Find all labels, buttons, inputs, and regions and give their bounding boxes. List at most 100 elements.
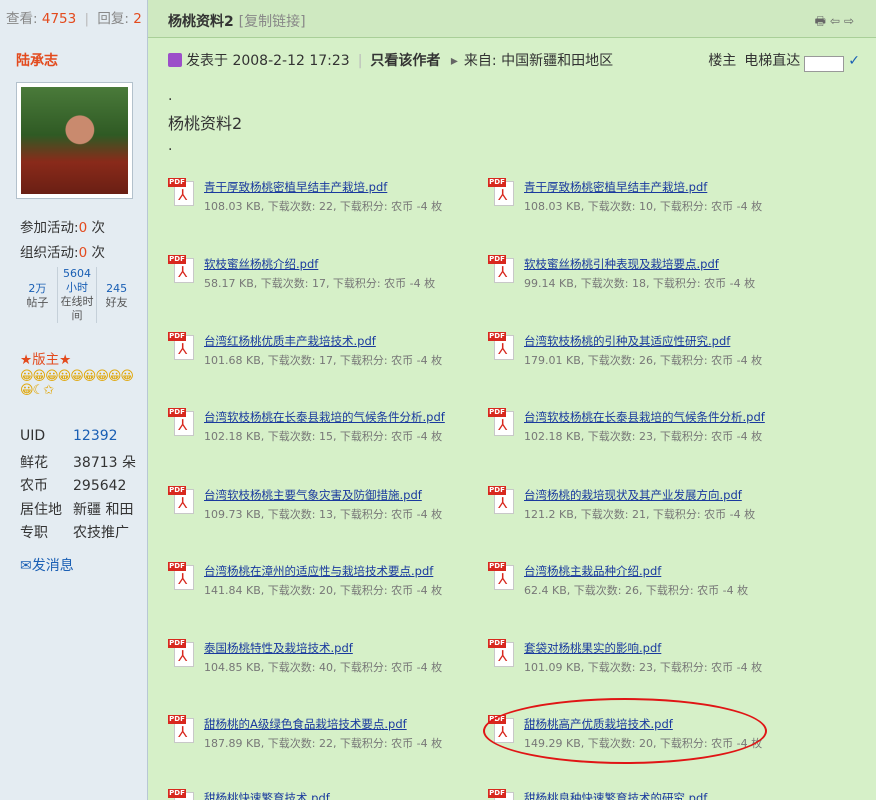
profile-key: 专职 [20, 525, 48, 541]
views-count: 4753 [41, 11, 77, 27]
author-name[interactable]: 陆承志 [16, 50, 58, 70]
floor-input[interactable] [804, 55, 845, 72]
activities-organized: 组织活动:0 次 [20, 241, 105, 261]
attachment-meta: 102.18 KB, 下载次数: 23, 下载积分: 农币 -4 枚 [524, 430, 763, 443]
attachment-link[interactable]: 青干厚致杨桃密植早结丰产栽培.pdf [524, 179, 707, 195]
attachment-link[interactable]: 青干厚致杨桃密植早结丰产栽培.pdf [204, 179, 387, 195]
profile-key: UID [20, 428, 46, 444]
attachment-meta: 62.4 KB, 下载次数: 26, 下载积分: 农币 -4 枚 [524, 584, 749, 597]
attachment-item: PDF⅄ 甜杨桃快速繁育技术.pdf [168, 789, 488, 800]
online-time-value: 5604 小时 [63, 267, 91, 294]
attachment-item: PDF ⅄ 台湾软枝杨桃主要气象灾害及防御措施.pdf 109.73 KB, 下载… [168, 486, 488, 526]
activities-joined: 参加活动:0 次 [20, 216, 105, 236]
activities-joined-count[interactable]: 0 [79, 220, 88, 236]
posts-stat[interactable]: 2万 帖子 [18, 267, 58, 323]
replies-count: 2 [133, 11, 142, 27]
attachment-meta: 121.2 KB, 下载次数: 21, 下载积分: 农币 -4 枚 [524, 508, 756, 521]
attachment-link[interactable]: 泰国杨桃特性及栽培技术.pdf [204, 640, 353, 656]
pdf-icon: PDF⅄ [168, 639, 194, 667]
attachment-meta: 108.03 KB, 下载次数: 10, 下载积分: 农币 -4 枚 [524, 200, 763, 213]
activities-joined-unit: 次 [91, 220, 105, 236]
attachment-link[interactable]: 台湾软枝杨桃在长泰县栽培的气候条件分析.pdf [204, 409, 445, 425]
pdf-icon: PDF⅄ [488, 562, 514, 590]
attachment-item: PDF ⅄ 台湾软枝杨桃的引种及其适应性研究.pdf 179.01 KB, 下载次… [488, 332, 808, 372]
friends-stat[interactable]: 245 好友 [97, 267, 136, 323]
online-status-icon [168, 53, 182, 67]
profile-value: 新疆 和田 [73, 501, 134, 518]
attachment-link[interactable]: 甜杨桃的A级绿色食品栽培技术要点.pdf [204, 716, 407, 732]
uid-link[interactable]: 12392 [73, 428, 118, 444]
attachment-item: PDF ⅄ 台湾软枝杨桃在长泰县栽培的气候条件分析.pdf 102.18 KB, … [488, 408, 808, 448]
attachment-item: PDF ⅄ 台湾杨桃在漳州的适应性与栽培技术要点.pdf 141.84 KB, 下… [168, 562, 488, 602]
profile-row-flowers: 鲜花 38713 朵 [20, 452, 136, 476]
pdf-icon: PDF⅄ [168, 332, 194, 360]
replies-label: 回复: [97, 11, 129, 27]
attachment-link[interactable]: 软枝蜜丝杨桃介绍.pdf [204, 256, 318, 272]
only-author-link[interactable]: 只看该作者 [370, 53, 440, 69]
views-label: 查看: [6, 11, 38, 27]
floor-label: 楼主 [708, 53, 737, 69]
attachment-meta: 104.85 KB, 下载次数: 40, 下载积分: 农币 -4 枚 [204, 661, 443, 674]
go-floor-icon[interactable]: ✓ [848, 53, 860, 69]
thread-header-bar: 查看: 4753 | 回复: 2 杨桃资料2 [复制链接] 🖶⇦⇨ [0, 0, 876, 38]
attachment-item: PDF ⅄ 软枝蜜丝杨桃介绍.pdf 58.17 KB, 下载次数: 17, 下载… [168, 255, 488, 295]
attachment-meta: 108.03 KB, 下载次数: 22, 下载积分: 农币 -4 枚 [204, 200, 443, 213]
print-prev-next-icons[interactable]: 🖶⇦⇨ [815, 12, 858, 33]
rank-emoticon-icons: 😀😀😀😀😀😀😀😀😀😀☾✩ [20, 369, 134, 398]
floor-navigation: 楼主 电梯直达 ✓ [708, 50, 860, 72]
avatar[interactable] [16, 82, 133, 199]
attachment-meta: 109.73 KB, 下载次数: 13, 下载积分: 农币 -4 枚 [204, 508, 443, 521]
attachment-item: PDF ⅄ 青干厚致杨桃密植早结丰产栽培.pdf 108.03 KB, 下载次数:… [168, 178, 488, 218]
profile-row-coins: 农币 295642 [20, 475, 136, 499]
pdf-icon: PDF⅄ [488, 332, 514, 360]
pdf-icon: PDF⅄ [168, 715, 194, 743]
pdf-icon: PDF⅄ [488, 255, 514, 283]
attachment-link[interactable]: 台湾杨桃在漳州的适应性与栽培技术要点.pdf [204, 563, 433, 579]
post-origin: 来自: 中国新疆和田地区 [463, 53, 614, 69]
attachment-link[interactable]: 甜杨桃良种快速繁育技术的研究.pdf [524, 790, 707, 800]
profile-value: 295642 [73, 478, 127, 494]
post-meta-bar: 发表于 2008-2-12 17:23 | 只看该作者 ▸ 来自: 中国新疆和田地区 … [168, 50, 860, 72]
attachment-link[interactable]: 台湾软枝杨桃在长泰县栽培的气候条件分析.pdf [524, 409, 765, 425]
post-meta-separator: | [357, 53, 363, 69]
pdf-icon: PDF⅄ [168, 408, 194, 436]
attachment-item: PDF ⅄ 甜杨桃的A级绿色食品栽培技术要点.pdf 187.89 KB, 下载次… [168, 715, 488, 755]
pdf-icon: PDF⅄ [488, 408, 514, 436]
online-time-stat[interactable]: 5604 小时 在线时间 [58, 267, 98, 323]
body-dot: . [168, 88, 173, 104]
attachment-meta: 101.09 KB, 下载次数: 23, 下载积分: 农币 -4 枚 [524, 661, 763, 674]
send-message-button[interactable]: ✉发消息 [20, 555, 74, 575]
friends-label: 好友 [105, 296, 128, 309]
arrow-right-icon: ▸ [450, 53, 458, 69]
attachment-link[interactable]: 甜杨桃快速繁育技术.pdf [204, 790, 330, 800]
copy-link-button[interactable]: [复制链接] [239, 14, 306, 30]
attachment-link[interactable]: 台湾杨桃的栽培现状及其产业发展方向.pdf [524, 487, 742, 503]
online-time-label: 在线时间 [60, 295, 94, 322]
activities-organized-unit: 次 [91, 245, 105, 261]
posts-count: 2万 [28, 282, 47, 295]
elevator-label: 电梯直达 [744, 53, 801, 69]
attachment-link[interactable]: 台湾杨桃主栽品种介绍.pdf [524, 563, 661, 579]
attachment-meta: 102.18 KB, 下载次数: 15, 下载积分: 农币 -4 枚 [204, 430, 443, 443]
activities-organized-count[interactable]: 0 [79, 245, 88, 261]
post-date: 发表于 2008-2-12 17:23 [186, 53, 350, 69]
author-profile: UID 12392 鲜花 38713 朵 农币 295642 居住地 新疆 和田 专职 农… [20, 428, 136, 546]
activities-joined-label: 参加活动: [20, 220, 79, 236]
profile-row-job: 专职 农技推广 [20, 522, 136, 546]
attachment-item: PDF ⅄ 台湾杨桃的栽培现状及其产业发展方向.pdf 121.2 KB, 下载次… [488, 486, 808, 526]
attachment-item: PDF ⅄ 软枝蜜丝杨桃引种表现及栽培要点.pdf 99.14 KB, 下载次数:… [488, 255, 808, 295]
attachment-link[interactable]: 软枝蜜丝杨桃引种表现及栽培要点.pdf [524, 256, 719, 272]
attachment-link[interactable]: 台湾红杨桃优质丰产栽培技术.pdf [204, 333, 376, 349]
avatar-image [21, 87, 128, 194]
profile-value: 38713 朵 [73, 454, 136, 471]
attachment-meta: 179.01 KB, 下载次数: 26, 下载积分: 农币 -4 枚 [524, 354, 763, 367]
attachment-link[interactable]: 套袋对杨桃果实的影响.pdf [524, 640, 661, 656]
attachment-link[interactable]: 台湾软枝杨桃主要气象灾害及防御措施.pdf [204, 487, 422, 503]
post-body-title: 杨桃资料2 [168, 114, 243, 133]
attachment-item: PDF ⅄ 套袋对杨桃果实的影响.pdf 101.09 KB, 下载次数: 23,… [488, 639, 808, 679]
attachment-meta: 99.14 KB, 下载次数: 18, 下载积分: 农币 -4 枚 [524, 277, 756, 290]
attachment-item: PDF⅄ 甜杨桃良种快速繁育技术的研究.pdf [488, 789, 808, 800]
attachment-item: PDF ⅄ 台湾杨桃主栽品种介绍.pdf 62.4 KB, 下载次数: 26, 下… [488, 562, 808, 602]
activities-organized-label: 组织活动: [20, 245, 79, 261]
attachment-link[interactable]: 台湾软枝杨桃的引种及其适应性研究.pdf [524, 333, 730, 349]
